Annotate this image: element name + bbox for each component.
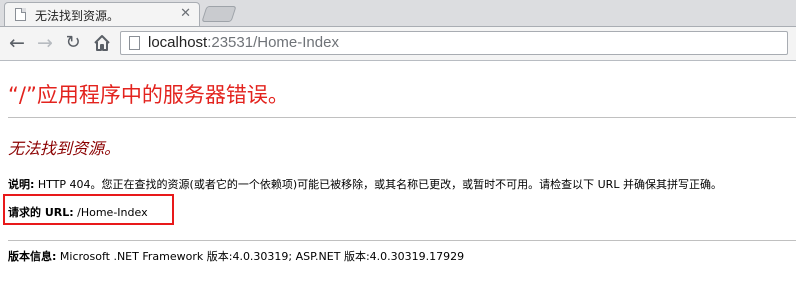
home-icon[interactable] bbox=[91, 32, 113, 54]
error-subtitle: 无法找到资源。 bbox=[8, 139, 121, 158]
page-icon bbox=[129, 36, 140, 50]
description-label: 说明: bbox=[8, 178, 35, 191]
version-label: 版本信息: bbox=[8, 250, 57, 263]
tab-strip: 无法找到资源。 ✕ bbox=[0, 0, 796, 27]
reload-icon[interactable]: ↻ bbox=[62, 32, 84, 54]
address-bar[interactable]: localhost:23531/Home-Index bbox=[120, 31, 788, 55]
url-host: localhost bbox=[148, 34, 208, 51]
description-line: 说明: HTTP 404。您正在查找的资源(或者它的一个依赖项)可能已被移除，或… bbox=[8, 176, 722, 192]
url-text[interactable]: localhost:23531/Home-Index bbox=[148, 34, 339, 51]
description-text: HTTP 404。您正在查找的资源(或者它的一个依赖项)可能已被移除，或其名称已… bbox=[34, 178, 722, 191]
page-favicon-icon bbox=[15, 8, 26, 21]
version-text: Microsoft .NET Framework 版本:4.0.30319; A… bbox=[56, 250, 465, 263]
tab-title: 无法找到资源。 bbox=[35, 9, 120, 23]
url-path: :23531/Home-Index bbox=[207, 34, 339, 51]
page-content: “/”应用程序中的服务器错误。 无法找到资源。 说明: HTTP 404。您正在… bbox=[0, 61, 796, 286]
version-info-line: 版本信息: Microsoft .NET Framework 版本:4.0.30… bbox=[8, 248, 464, 264]
divider bbox=[8, 240, 796, 241]
browser-toolbar: ← → ↻ localhost:23531/Home-Index bbox=[0, 27, 796, 61]
back-arrow-icon[interactable]: ← bbox=[6, 32, 28, 54]
new-tab-button[interactable] bbox=[201, 6, 237, 22]
divider bbox=[8, 117, 796, 118]
close-icon[interactable]: ✕ bbox=[180, 6, 191, 21]
highlight-box bbox=[3, 194, 174, 225]
page-title: “/”应用程序中的服务器错误。 bbox=[8, 83, 289, 107]
forward-arrow-icon[interactable]: → bbox=[34, 32, 56, 54]
browser-tab[interactable]: 无法找到资源。 ✕ bbox=[4, 2, 200, 26]
